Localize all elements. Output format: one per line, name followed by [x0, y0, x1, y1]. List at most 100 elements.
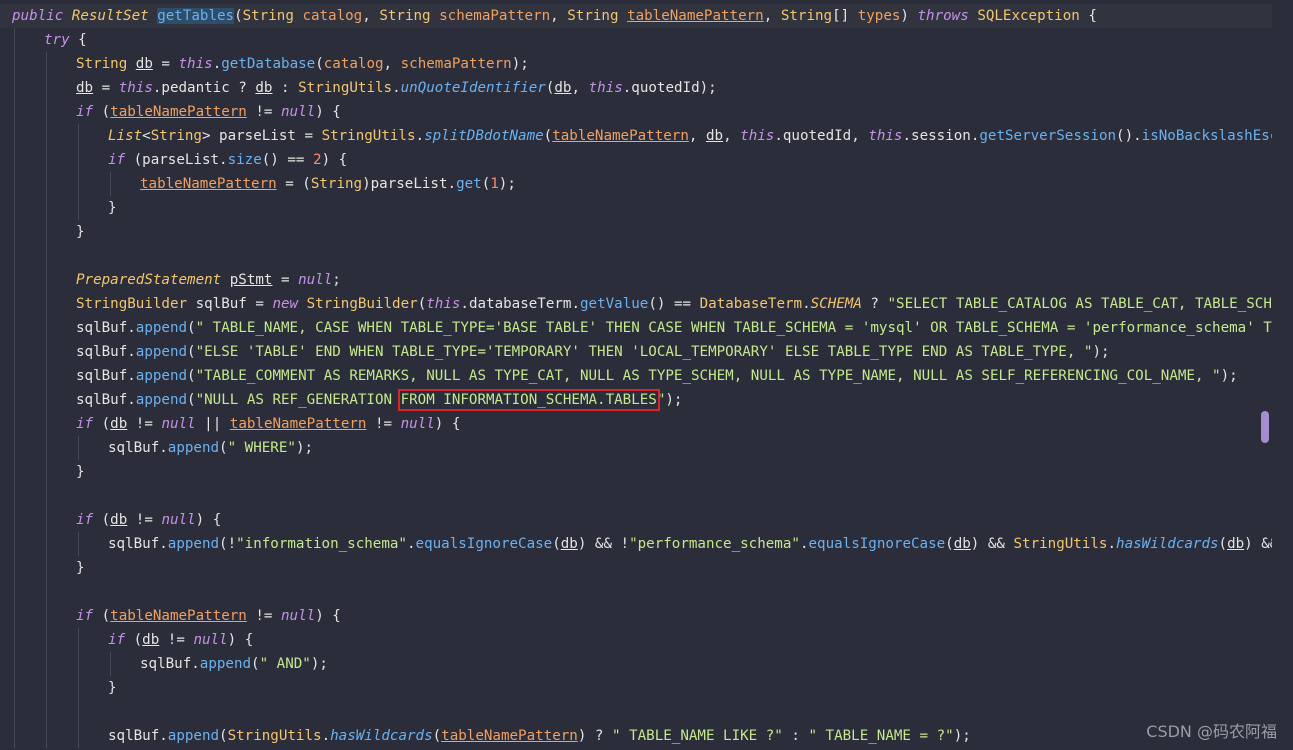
code-line[interactable]: sqlBuf.append(" WHERE");: [0, 436, 1272, 460]
code-token: ,: [550, 8, 568, 24]
code-token: .pedantic ?: [152, 80, 256, 96]
code-line[interactable]: sqlBuf.append(" TABLE_NAME, CASE WHEN TA…: [0, 316, 1272, 340]
vertical-scrollbar-thumb[interactable]: [1261, 411, 1269, 443]
code-line[interactable]: if (db != null || tableNamePattern != nu…: [0, 412, 1272, 436]
code-line[interactable]: sqlBuf.append(StringUtils.hasWildcards(t…: [0, 724, 1272, 748]
code-token: (parseList.: [133, 152, 228, 168]
code-token: (: [187, 344, 196, 360]
code-token: append: [135, 368, 188, 384]
code-token: append: [199, 656, 252, 672]
code-line[interactable]: if (tableNamePattern != null) {: [0, 100, 1272, 124]
code-line[interactable]: PreparedStatement pStmt = null;: [0, 268, 1272, 292]
code-token: !=: [127, 416, 162, 432]
code-token: ,: [571, 80, 589, 96]
code-token: tableNamePattern: [441, 728, 578, 744]
code-token: }: [76, 464, 85, 480]
code-line[interactable]: List<String> parseList = StringUtils.spl…: [0, 124, 1272, 148]
code-line[interactable]: public ResultSet getTables(String catalo…: [0, 4, 1272, 28]
code-token: (: [315, 56, 324, 72]
code-line[interactable]: sqlBuf.append("TABLE_COMMENT AS REMARKS,…: [0, 364, 1272, 388]
code-token: StringUtils: [321, 128, 416, 144]
code-line[interactable]: }: [0, 676, 1272, 700]
code-line[interactable]: StringBuilder sqlBuf = new StringBuilder…: [0, 292, 1272, 316]
code-line[interactable]: sqlBuf.append("ELSE 'TABLE' END WHEN TAB…: [0, 340, 1272, 364]
code-token: public: [12, 8, 72, 24]
code-token: .: [392, 80, 401, 96]
code-token: this: [178, 56, 213, 72]
code-token: if: [108, 632, 134, 648]
code-line[interactable]: if (parseList.size() == 2) {: [0, 148, 1272, 172]
code-line[interactable]: String db = this.getDatabase(catalog, sc…: [0, 52, 1272, 76]
code-token: ) &&: [1244, 536, 1272, 552]
code-line[interactable]: tableNamePattern = (String)parseList.get…: [0, 172, 1272, 196]
code-token: ().: [1116, 128, 1142, 144]
code-token: (: [251, 656, 260, 672]
code-line[interactable]: [0, 484, 1272, 508]
code-line[interactable]: [0, 700, 1272, 724]
code-token: db: [705, 128, 724, 144]
code-line[interactable]: if (tableNamePattern != null) {: [0, 604, 1272, 628]
code-token: this: [868, 128, 903, 144]
code-line[interactable]: sqlBuf.append(" AND");: [0, 652, 1272, 676]
code-editor[interactable]: public ResultSet getTables(String catalo…: [0, 0, 1293, 750]
code-line[interactable]: }: [0, 196, 1272, 220]
code-token: StringUtils: [227, 728, 322, 744]
code-token: ?: [861, 296, 888, 312]
code-token: (: [1218, 536, 1228, 552]
code-line[interactable]: }: [0, 460, 1272, 484]
code-token: (: [187, 392, 196, 408]
code-token: String: [242, 8, 303, 24]
code-line[interactable]: db = this.pedantic ? db : StringUtils.un…: [0, 76, 1272, 100]
code-token: =: [93, 80, 119, 96]
code-line[interactable]: sqlBuf.append("NULL AS REF_GENERATION FR…: [0, 388, 1272, 412]
code-token: );: [1220, 368, 1238, 384]
code-token: if: [108, 152, 134, 168]
code-token: ) &&: [970, 536, 1014, 552]
code-token: schemaPattern: [439, 8, 551, 24]
code-line[interactable]: }: [0, 220, 1272, 244]
code-token: db: [560, 536, 578, 552]
code-token: DatabaseTerm: [699, 296, 803, 312]
code-token: sqlBuf.: [140, 656, 200, 672]
code-token: ) ?: [577, 728, 612, 744]
code-token: StringBuilder: [76, 296, 196, 312]
code-token: SCHEMA: [810, 296, 862, 312]
code-token: (: [101, 104, 111, 120]
code-token: db: [110, 416, 128, 432]
code-line[interactable]: if (db != null) {: [0, 628, 1272, 652]
code-line[interactable]: [0, 244, 1272, 268]
code-token: SQLException: [977, 8, 1089, 24]
code-area[interactable]: public ResultSet getTables(String catalo…: [0, 4, 1272, 748]
code-line[interactable]: [0, 580, 1272, 604]
code-token: append: [135, 344, 188, 360]
code-line[interactable]: try {: [0, 28, 1272, 52]
code-token: getTables: [157, 8, 235, 24]
code-token: ) {: [315, 608, 341, 624]
code-token: null: [281, 104, 316, 120]
code-line[interactable]: sqlBuf.append(!"information_schema".equa…: [0, 532, 1272, 556]
code-token: sqlBuf.: [108, 440, 168, 456]
code-token: "performance_schema": [629, 536, 800, 552]
code-token: append: [167, 536, 220, 552]
code-line[interactable]: }: [0, 556, 1272, 580]
code-token: !=: [246, 608, 282, 624]
code-token: equalsIgnoreCase: [808, 536, 946, 552]
code-token: if: [76, 104, 102, 120]
code-token: new: [272, 296, 307, 312]
code-token: sqlBuf.: [76, 368, 136, 384]
code-token: (: [945, 536, 954, 552]
code-token: );: [953, 728, 971, 744]
code-token: .quotedId,: [774, 128, 869, 144]
code-token: (!: [219, 536, 237, 552]
code-token: sqlBuf.: [76, 344, 136, 360]
code-token: append: [167, 728, 220, 744]
code-token: String: [310, 176, 363, 192]
code-token: null: [298, 272, 333, 288]
code-token: ,: [362, 8, 380, 24]
code-token: ) {: [321, 152, 348, 168]
code-line[interactable]: if (db != null) {: [0, 508, 1272, 532]
code-token: }: [108, 680, 117, 696]
code-token: "TABLE_COMMENT AS REMARKS, NULL AS TYPE_…: [195, 368, 1221, 384]
code-token: .: [321, 728, 331, 744]
code-token: hasWildcards: [330, 728, 433, 744]
